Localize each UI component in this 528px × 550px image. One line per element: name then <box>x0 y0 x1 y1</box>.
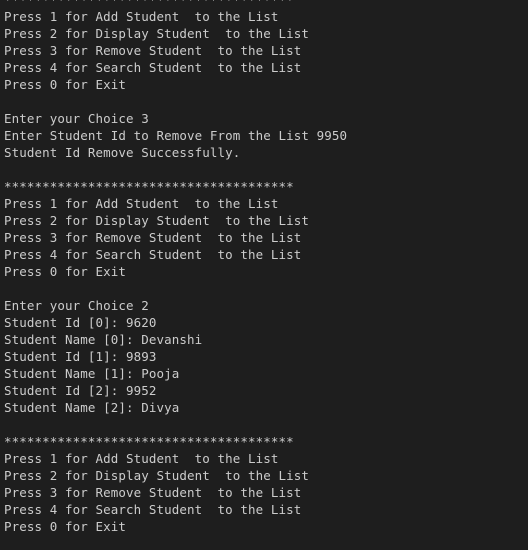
menu-option-search: Press 4 for Search Student to the List <box>4 60 302 75</box>
remove-success-message: Student Id Remove Successfully. <box>4 145 241 160</box>
student-id-line: Student Id [0]: 9620 <box>4 315 157 330</box>
remove-id-prompt: Enter Student Id to Remove From the List… <box>4 128 348 143</box>
menu-option-add: Press 1 for Add Student to the List <box>4 9 279 24</box>
menu-option-display: Press 2 for Display Student to the List <box>4 26 310 41</box>
menu-option-remove: Press 3 for Remove Student to the List <box>4 485 302 500</box>
student-id-line: Student Id [2]: 9952 <box>4 383 157 398</box>
menu-option-exit: Press 0 for Exit <box>4 264 127 279</box>
student-name-line: Student Name [1]: Pooja <box>4 366 180 381</box>
choice-prompt: Enter your Choice 3 <box>4 111 149 126</box>
menu-option-search: Press 4 for Search Student to the List <box>4 502 302 517</box>
menu-option-display: Press 2 for Display Student to the List <box>4 468 310 483</box>
menu-option-add: Press 1 for Add Student to the List <box>4 451 279 466</box>
menu-option-exit: Press 0 for Exit <box>4 77 127 92</box>
student-id-line: Student Id [1]: 9893 <box>4 349 157 364</box>
student-name-line: Student Name [2]: Divya <box>4 400 180 415</box>
separator-line: ************************************** <box>4 434 294 449</box>
menu-option-search: Press 4 for Search Student to the List <box>4 247 302 262</box>
separator-line: ************************************** <box>4 0 528 8</box>
terminal-output[interactable]: ************************************** P… <box>0 0 528 550</box>
menu-option-add: Press 1 for Add Student to the List <box>4 196 279 211</box>
student-name-line: Student Name [0]: Devanshi <box>4 332 203 347</box>
menu-option-display: Press 2 for Display Student to the List <box>4 213 310 228</box>
separator-line: ************************************** <box>4 179 294 194</box>
terminal-lines: ************************************** P… <box>4 0 528 535</box>
menu-option-remove: Press 3 for Remove Student to the List <box>4 43 302 58</box>
choice-prompt: Enter your Choice 2 <box>4 298 149 313</box>
menu-option-remove: Press 3 for Remove Student to the List <box>4 230 302 245</box>
menu-option-exit: Press 0 for Exit <box>4 519 127 534</box>
